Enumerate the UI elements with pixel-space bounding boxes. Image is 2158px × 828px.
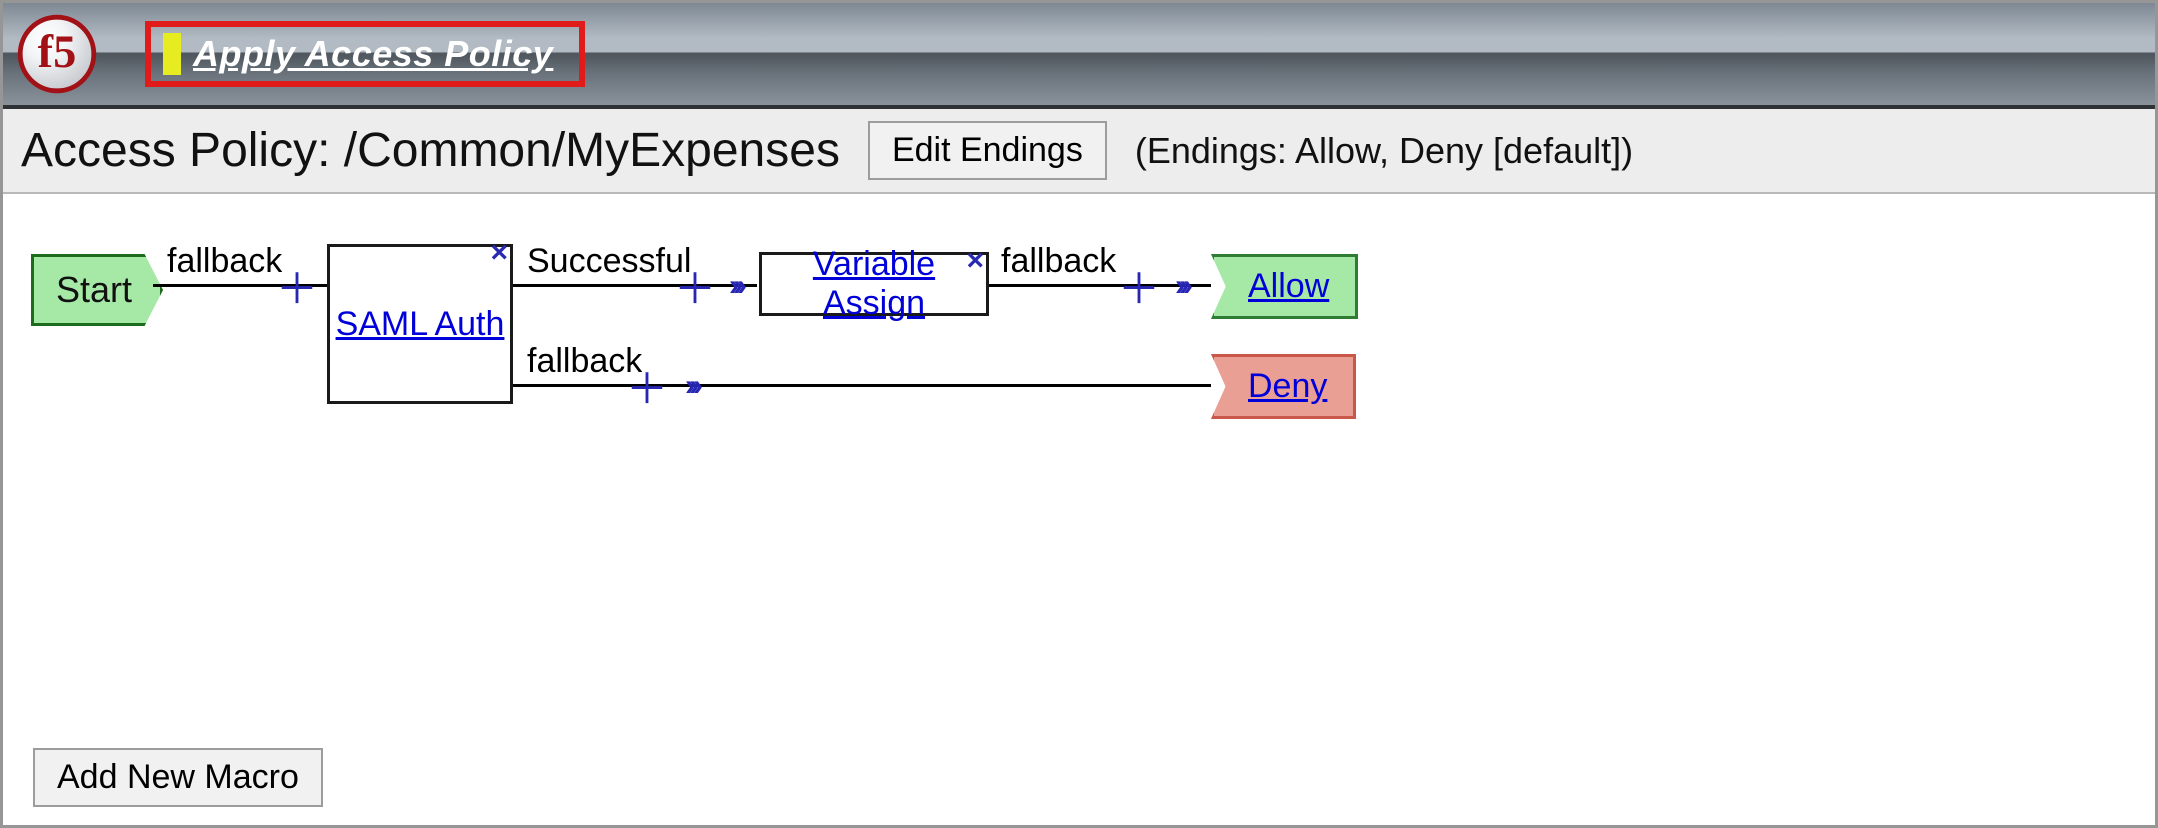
unsaved-indicator-icon <box>163 33 181 75</box>
allow-ending-label[interactable]: Allow <box>1248 267 1329 305</box>
apply-access-policy-highlight: Apply Access Policy <box>145 21 585 87</box>
saml-auth-node[interactable]: SAML Auth × <box>327 244 513 404</box>
edge-label-var-fallback: fallback <box>1001 242 1116 281</box>
arrow-successful-icon: ››› <box>729 269 741 303</box>
deny-ending-label[interactable]: Deny <box>1248 367 1327 405</box>
variable-assign-node[interactable]: Variable Assign × <box>759 252 989 316</box>
title-strip: Access Policy: /Common/MyExpenses Edit E… <box>3 109 2155 194</box>
add-action-after-successful-icon[interactable]: ＋ <box>674 256 716 317</box>
svg-text:f5: f5 <box>38 27 77 78</box>
arrow-allow-icon: ››› <box>1175 269 1187 303</box>
arrow-fallback-icon: ››› <box>685 369 697 403</box>
edit-endings-button[interactable]: Edit Endings <box>868 121 1107 180</box>
delete-saml-auth-icon[interactable]: × <box>490 243 508 263</box>
add-new-macro-button[interactable]: Add New Macro <box>33 748 323 807</box>
add-action-before-saml-icon[interactable]: ＋ <box>276 256 318 317</box>
add-action-before-allow-icon[interactable]: ＋ <box>1118 256 1160 317</box>
edge-saml-fallback <box>513 384 1211 387</box>
apm-visual-policy-editor: f5 Apply Access Policy Access Policy: /C… <box>0 0 2158 828</box>
apply-access-policy-link[interactable]: Apply Access Policy <box>193 33 553 75</box>
header-bar: f5 Apply Access Policy <box>3 3 2155 109</box>
edge-label-start-fallback: fallback <box>167 242 282 281</box>
start-node-label: Start <box>56 269 132 310</box>
edge-saml-successful <box>513 284 757 287</box>
page-title-path: /Common/MyExpenses <box>344 124 840 177</box>
deny-ending[interactable]: Deny <box>1211 354 1356 419</box>
edge-label-saml-fallback: fallback <box>527 342 642 381</box>
variable-assign-link[interactable]: Variable Assign <box>762 245 986 323</box>
page-title-prefix: Access Policy: <box>21 124 344 177</box>
start-node[interactable]: Start <box>31 254 163 326</box>
policy-flow-canvas[interactable]: Start fallback ＋ SAML Auth × Successful … <box>3 194 2155 825</box>
delete-variable-assign-icon[interactable]: × <box>966 251 984 271</box>
allow-ending[interactable]: Allow <box>1211 254 1358 319</box>
edge-label-successful: Successful <box>527 242 691 281</box>
saml-auth-link[interactable]: SAML Auth <box>336 305 505 344</box>
page-title: Access Policy: /Common/MyExpenses <box>21 123 840 178</box>
endings-summary: (Endings: Allow, Deny [default]) <box>1135 130 1633 172</box>
f5-logo-icon: f5 <box>17 14 97 94</box>
add-action-on-fallback-icon[interactable]: ＋ <box>626 356 668 417</box>
